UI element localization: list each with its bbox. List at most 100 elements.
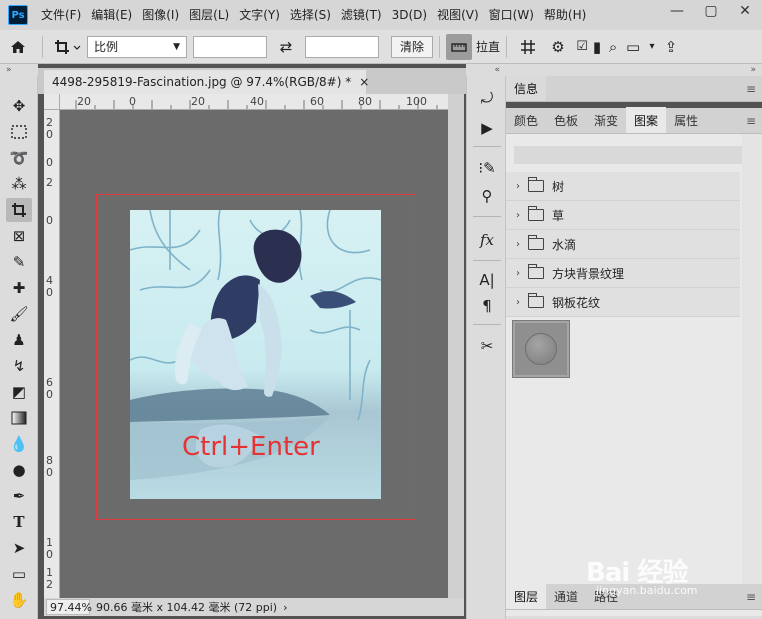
type-tool-icon[interactable]: T [6, 510, 32, 534]
panel-menu-icon[interactable]: ≡ [746, 590, 756, 604]
history-brush-tool-icon[interactable]: ↯ [6, 354, 32, 378]
brush-settings-icon[interactable]: ⁝✎ [474, 156, 500, 180]
tab-info[interactable]: 信息 [506, 75, 547, 101]
search-icon[interactable]: ⌕ [603, 34, 623, 60]
healing-brush-tool-icon[interactable]: ✚ [6, 276, 32, 300]
zoom-level-field[interactable]: 97.44% [46, 599, 92, 615]
home-icon[interactable] [0, 34, 36, 60]
restore-button[interactable]: ▢ [694, 0, 728, 22]
checkbox-icon[interactable]: ☑ [573, 34, 591, 60]
straighten-icon[interactable] [446, 33, 473, 60]
eyedropper-tool-icon[interactable]: ✎ [6, 250, 32, 274]
pattern-group[interactable]: › 树 [506, 172, 740, 201]
menu-bar: Ps 文件(F) 编辑(E) 图像(I) 图层(L) 文字(Y) 选择(S) 滤… [0, 0, 762, 30]
horizontal-ruler[interactable]: 20 0 20 40 60 80 100 [60, 94, 448, 110]
crop-height-input[interactable] [305, 35, 379, 58]
hand-tool-icon[interactable]: ✋ [6, 588, 32, 612]
chevron-right-icon[interactable]: › [510, 181, 526, 192]
lasso-tool-icon[interactable]: ➰ [6, 146, 32, 170]
chevron-right-icon[interactable]: › [510, 297, 526, 308]
chevron-right-icon[interactable]: › [510, 268, 526, 279]
paragraph-panel-icon[interactable]: ¶ [474, 294, 500, 318]
patterns-scrollbar[interactable] [742, 134, 762, 594]
marquee-tool-icon[interactable] [6, 120, 32, 144]
document-image[interactable]: Ctrl+Enter [130, 210, 381, 499]
eraser-tool-icon[interactable]: ◩ [6, 380, 32, 404]
swap-icon[interactable]: ⇄ [267, 34, 305, 60]
history-panel-icon[interactable]: ⤾ [474, 86, 500, 110]
rectangle-tool-icon[interactable]: ▭ [6, 562, 32, 586]
tab-patterns[interactable]: 图案 [626, 107, 667, 133]
document-canvas[interactable]: Ctrl+Enter [60, 110, 448, 598]
tab-paths[interactable]: 路径 [586, 583, 626, 609]
pattern-group-name: 方块背景纹理 [552, 266, 625, 281]
midcol-collapse-strip[interactable]: « [466, 64, 506, 76]
menu-layer[interactable]: 图层(L) [184, 0, 234, 30]
panel-menu-icon[interactable]: ≡ [746, 114, 756, 128]
panel-menu-icon[interactable]: ≡ [746, 82, 756, 96]
delete-cropped-icon[interactable]: ▮ [591, 34, 603, 60]
brushes-panel-icon[interactable]: ⚲ [474, 184, 500, 208]
tab-color[interactable]: 颜色 [506, 107, 546, 133]
pattern-search-input[interactable] [514, 146, 750, 164]
chevron-right-icon[interactable]: › [510, 210, 526, 221]
status-menu-arrow[interactable]: › [283, 601, 287, 614]
chevron-down-icon[interactable]: ▾ [643, 34, 661, 60]
canvas-vertical-scrollbar[interactable] [448, 94, 464, 598]
menu-3d[interactable]: 3D(D) [387, 0, 432, 30]
chevron-right-icon[interactable]: › [510, 239, 526, 250]
menu-image[interactable]: 图像(I) [137, 0, 184, 30]
tab-channels[interactable]: 通道 [546, 583, 586, 609]
tab-layers[interactable]: 图层 [506, 583, 547, 609]
path-selection-tool-icon[interactable]: ➤ [6, 536, 32, 560]
crop-tool-preset-icon[interactable] [49, 34, 87, 60]
menu-filter[interactable]: 滤镜(T) [336, 0, 387, 30]
tab-gradients[interactable]: 渐变 [586, 107, 626, 133]
menu-edit[interactable]: 编辑(E) [86, 0, 137, 30]
move-tool-icon[interactable]: ✥ [6, 94, 32, 118]
menu-view[interactable]: 视图(V) [432, 0, 484, 30]
close-icon[interactable]: × [359, 75, 369, 89]
toolbar-collapse-strip[interactable]: » [0, 64, 38, 76]
crop-tool-icon[interactable] [6, 198, 32, 222]
workspace-icon[interactable]: ▭ [623, 34, 643, 60]
dodge-tool-icon[interactable]: ● [6, 458, 32, 482]
clear-button[interactable]: 清除 [391, 35, 434, 58]
vertical-ruler[interactable]: 2 0 0 2 0 4 0 6 0 8 0 1 0 1 2 [44, 110, 60, 598]
tab-swatches[interactable]: 色板 [546, 107, 586, 133]
brush-tool-icon[interactable]: 🖌 [6, 302, 32, 326]
frame-tool-icon[interactable]: ⊠ [6, 224, 32, 248]
menu-select[interactable]: 选择(S) [285, 0, 336, 30]
styles-panel-icon[interactable]: fx [474, 228, 500, 252]
tab-properties[interactable]: 属性 [666, 107, 706, 133]
ruler-label: 80 [358, 95, 372, 108]
gear-icon[interactable]: ⚙ [543, 34, 573, 60]
menu-type[interactable]: 文字(Y) [234, 0, 285, 30]
clone-stamp-tool-icon[interactable]: ♟ [6, 328, 32, 352]
minimize-button[interactable]: — [660, 0, 694, 22]
pattern-swatch[interactable] [512, 320, 570, 378]
pattern-group[interactable]: › 钢板花纹 [506, 288, 740, 317]
tool-presets-icon[interactable]: ✂ [474, 334, 500, 358]
gradient-tool-icon[interactable] [6, 406, 32, 430]
document-tab[interactable]: 4498-295819-Fascination.jpg @ 97.4%(RGB/… [44, 70, 369, 94]
pattern-group[interactable]: › 草 [506, 201, 740, 230]
ratio-select[interactable]: 比例 ▼ [87, 35, 187, 58]
pen-tool-icon[interactable]: ✒ [6, 484, 32, 508]
blur-tool-icon[interactable]: 💧 [6, 432, 32, 456]
grid-overlay-icon[interactable] [513, 34, 543, 60]
separator [473, 216, 501, 217]
pattern-group[interactable]: › 方块背景纹理 [506, 259, 740, 288]
actions-panel-icon[interactable]: ▶ [474, 116, 500, 140]
menu-file[interactable]: 文件(F) [36, 0, 86, 30]
share-icon[interactable]: ⇪ [661, 34, 681, 60]
ruler-label: 100 [406, 95, 427, 108]
close-button[interactable]: ✕ [728, 0, 762, 22]
menu-window[interactable]: 窗口(W) [484, 0, 539, 30]
pattern-group[interactable]: › 水滴 [506, 230, 740, 259]
character-panel-icon[interactable]: A| [474, 268, 500, 292]
crop-width-input[interactable] [193, 35, 267, 58]
ruler-origin[interactable] [44, 94, 60, 110]
menu-help[interactable]: 帮助(H) [539, 0, 591, 30]
magic-wand-tool-icon[interactable]: ⁂ [6, 172, 32, 196]
